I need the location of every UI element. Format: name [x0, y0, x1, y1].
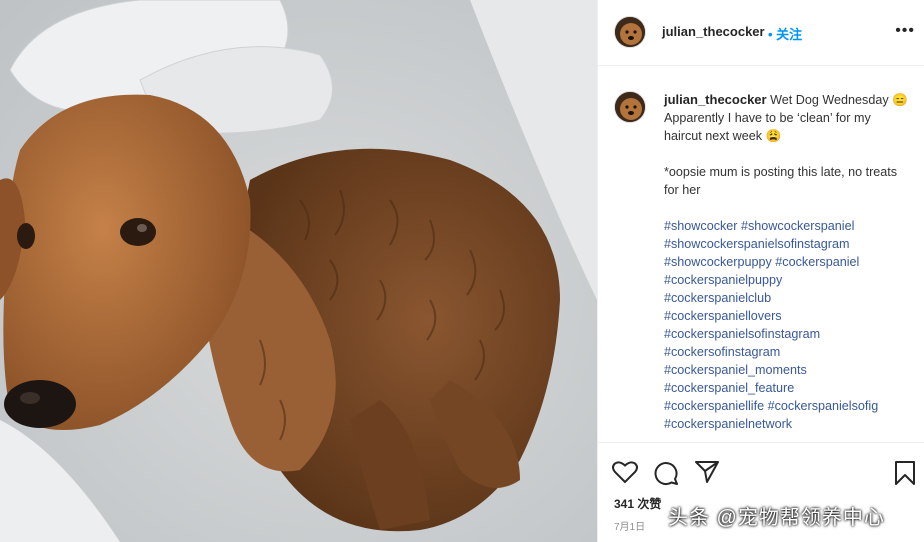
- hashtag[interactable]: #cockerspanielclub: [664, 289, 909, 307]
- caption-line3: *oopsie mum is posting this late, no tre…: [664, 165, 898, 197]
- hashtag[interactable]: #cockerspanielsofinstagram: [664, 325, 909, 343]
- hashtag[interactable]: #showcockerspanielsofinstagram: [664, 235, 909, 253]
- caption-username[interactable]: julian_thecocker: [664, 92, 767, 107]
- hashtag[interactable]: #cockerspaniel_moments: [664, 361, 909, 379]
- hashtag[interactable]: #cockerspaniellovers: [664, 307, 909, 325]
- follow-button[interactable]: • 关注: [768, 24, 802, 43]
- caption-emoji2: 😩: [765, 129, 782, 143]
- hashtag[interactable]: #showcockerpuppy #cockerspaniel: [664, 253, 909, 271]
- dog-avatar-icon: [615, 92, 645, 122]
- hashtag-list: #showcocker #showcockerspaniel #showcock…: [664, 217, 909, 433]
- caption-avatar[interactable]: [614, 91, 646, 123]
- caption-text: julian_thecocker Wet Dog Wednesday 😑 App…: [664, 91, 909, 433]
- post-username[interactable]: julian_thecocker: [662, 24, 765, 39]
- heart-icon[interactable]: [612, 460, 638, 484]
- hashtag[interactable]: #cockerspaniellife #cockerspanielsofig: [664, 397, 909, 415]
- likes-count[interactable]: 341 次赞: [614, 495, 661, 512]
- dog-avatar-icon: [615, 17, 645, 47]
- bookmark-icon[interactable]: [894, 460, 916, 486]
- post-header: julian_thecocker • 关注 •••: [598, 0, 924, 66]
- caption-line1: Wet Dog Wednesday: [770, 93, 889, 107]
- hashtag[interactable]: #cockersofinstagram: [664, 343, 909, 361]
- caption-emoji1: 😑: [892, 93, 908, 107]
- post-panel: julian_thecocker • 关注 ••• julian_thecock…: [597, 0, 924, 542]
- post-photo[interactable]: [0, 0, 597, 542]
- more-options-icon[interactable]: •••: [895, 22, 915, 40]
- share-icon[interactable]: [694, 460, 720, 484]
- caption-area: julian_thecocker Wet Dog Wednesday 😑 App…: [598, 67, 924, 442]
- hashtag[interactable]: #cockerspaniel_feature: [664, 379, 909, 397]
- hashtag[interactable]: #cockerspanielnetwork: [664, 415, 909, 433]
- wet-cocker-spaniel-photo: [0, 0, 597, 542]
- watermark: 头条 @宠物帮领养中心: [668, 507, 885, 529]
- comment-icon[interactable]: [653, 460, 679, 486]
- hashtag[interactable]: #cockerspanielpuppy: [664, 271, 909, 289]
- avatar[interactable]: [614, 16, 646, 48]
- post-date: 7月1日: [614, 522, 646, 533]
- hashtag[interactable]: #showcocker #showcockerspaniel: [664, 217, 909, 235]
